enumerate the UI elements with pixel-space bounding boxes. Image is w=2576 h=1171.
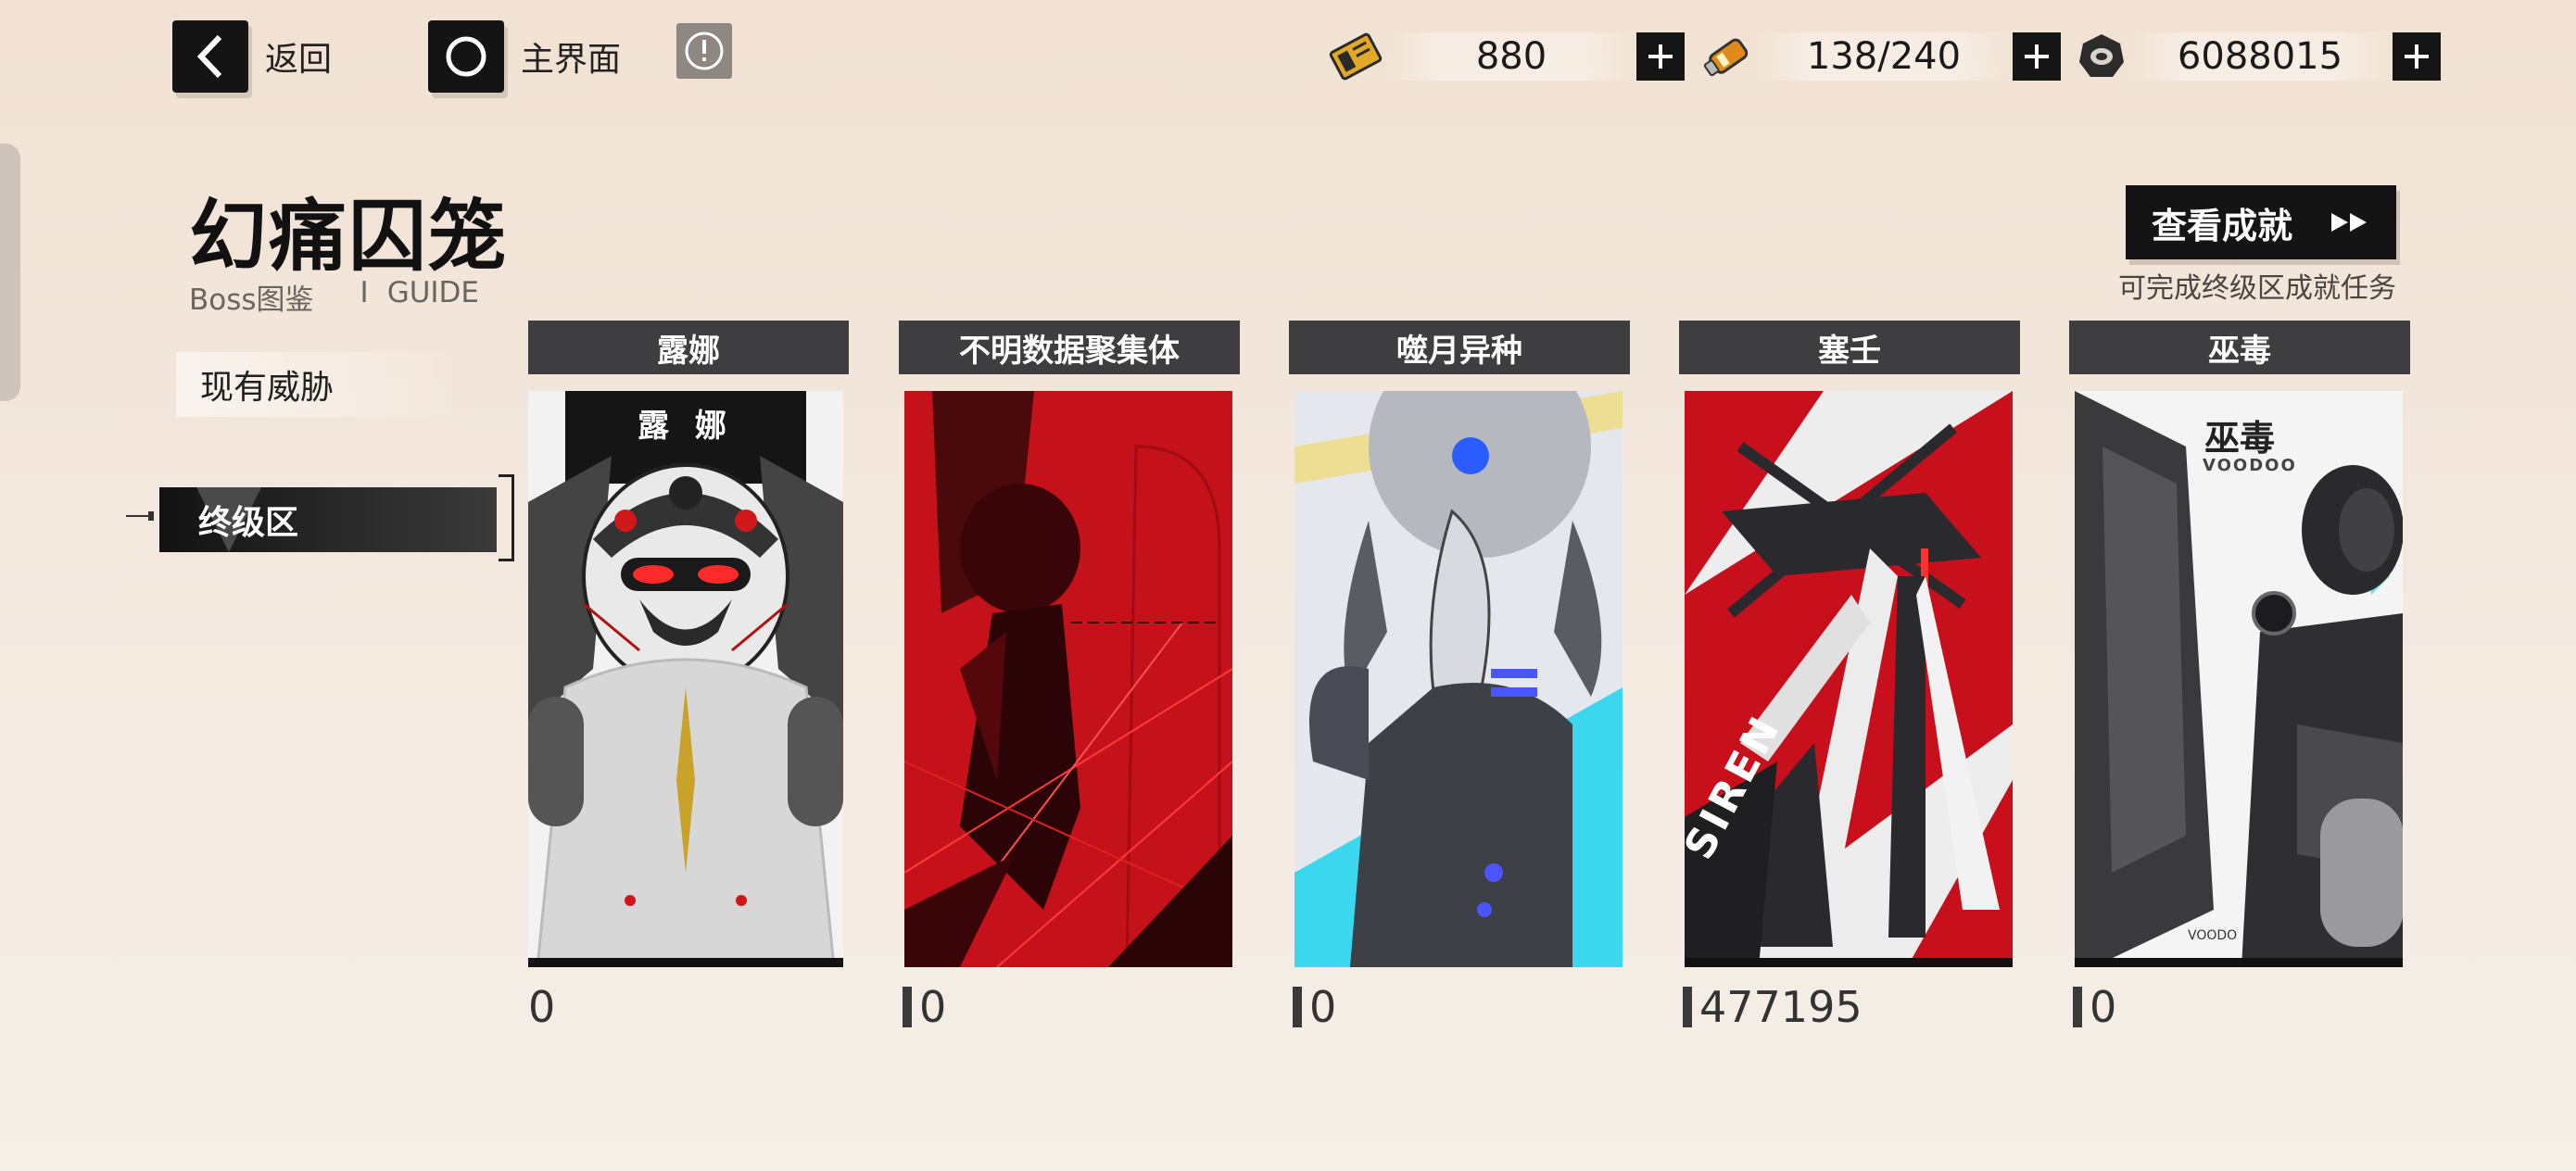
battery-icon (1703, 38, 1749, 77)
back-button[interactable]: 返回 (172, 20, 332, 93)
score-value: 0 (1309, 982, 1337, 1032)
selection-bracket (499, 474, 514, 561)
portrait-caption: 巫毒 (2204, 418, 2276, 459)
add-ticket-button[interactable] (1636, 32, 1685, 81)
gear-coin-icon (2079, 34, 2124, 77)
boss-portrait-siren: SIREN (1685, 391, 2013, 967)
boss-score: 0 (903, 982, 946, 1032)
add-coin-button[interactable] (2393, 32, 2441, 81)
sidebar-item-label: 现有威胁 (200, 369, 335, 407)
info-button[interactable] (676, 23, 732, 79)
fast-forward-icon (2331, 213, 2367, 232)
boss-portrait-unknown-data (904, 391, 1232, 967)
score-value: 0 (919, 982, 947, 1032)
home-button[interactable]: 主界面 (428, 20, 621, 93)
portrait-caption: 露 娜 (638, 408, 734, 445)
score-mark (1683, 987, 1692, 1027)
boss-name: 巫毒 (2069, 321, 2410, 374)
subtitle-en: GUIDE (386, 276, 480, 309)
back-label: 返回 (265, 41, 333, 79)
boss-score: 477195 (1683, 982, 1863, 1032)
page-subtitle: Boss图鉴 I GUIDE (189, 276, 479, 318)
sidebar-item-label: 终级区 (198, 504, 299, 542)
achievement-button-label: 查看成就 (2152, 205, 2293, 246)
boss-score: 0 (1293, 982, 1336, 1032)
ticket-icon (1329, 32, 1383, 81)
boss-name: 不明数据聚集体 (899, 321, 1240, 374)
home-circle-icon (428, 20, 504, 93)
plus-icon (1648, 44, 1673, 69)
resource-ticket: 880 (1325, 30, 1685, 83)
add-stamina-button[interactable] (2013, 32, 2061, 81)
boss-score: 0 (528, 982, 555, 1032)
view-achievements-button[interactable]: 查看成就 (2126, 185, 2396, 259)
plus-icon (2405, 44, 2429, 69)
sidebar-item-ultimate-zone[interactable]: 终级区 (159, 487, 497, 552)
boss-card-siren[interactable]: 塞壬 SIREN 477195 (1679, 321, 2020, 1032)
boss-portrait-moon-devourer (1294, 391, 1623, 967)
coin-count: 6088015 (2128, 32, 2393, 81)
boss-portrait-luna: 露 娜 (528, 391, 843, 967)
boss-card-voodoo[interactable]: 巫毒 巫毒 VOODOO VOODO 0 (2069, 321, 2410, 1032)
portrait-subcaption: VOODOO (2203, 456, 2297, 475)
score-mark (1293, 987, 1302, 1027)
boss-card-unknown-data[interactable]: 不明数据聚集体 0 (899, 321, 1240, 1032)
boss-score: 0 (2073, 982, 2116, 1032)
page-title: 幻痛囚笼 (189, 191, 509, 282)
subtitle-separator: I (360, 276, 369, 309)
score-value: 477195 (1699, 982, 1863, 1032)
achievement-hint: 可完成终级区成就任务 (2118, 272, 2396, 305)
sidebar-item-current-threats[interactable]: 现有威胁 (176, 352, 463, 417)
boss-card-moon-devourer[interactable]: 噬月异种 0 (1289, 321, 1630, 1032)
score-value: 0 (2090, 982, 2117, 1032)
plus-icon (2025, 44, 2049, 69)
score-value: 0 (528, 982, 556, 1032)
exclamation-icon (685, 31, 724, 70)
side-drawer-tab[interactable] (0, 144, 20, 401)
chevron-left-icon (172, 20, 248, 93)
boss-name: 噬月异种 (1289, 321, 1630, 374)
boss-name: 露娜 (528, 321, 849, 374)
selection-marker-dot (148, 511, 154, 521)
subtitle-cn: Boss图鉴 (189, 283, 314, 317)
score-mark (903, 987, 912, 1027)
ticket-count: 880 (1386, 32, 1636, 81)
boss-card-luna[interactable]: 露娜 露 娜 0 (528, 321, 849, 1032)
home-label: 主界面 (521, 41, 622, 79)
portrait-footer: VOODO (2188, 928, 2238, 943)
score-mark (2073, 987, 2082, 1027)
resource-battery: 138/240 (1698, 30, 2061, 83)
resource-coin: 6088015 (2076, 30, 2441, 83)
boss-portrait-voodoo: 巫毒 VOODOO VOODO (2075, 391, 2403, 967)
boss-name: 塞壬 (1679, 321, 2020, 374)
stamina-count: 138/240 (1755, 32, 2013, 81)
